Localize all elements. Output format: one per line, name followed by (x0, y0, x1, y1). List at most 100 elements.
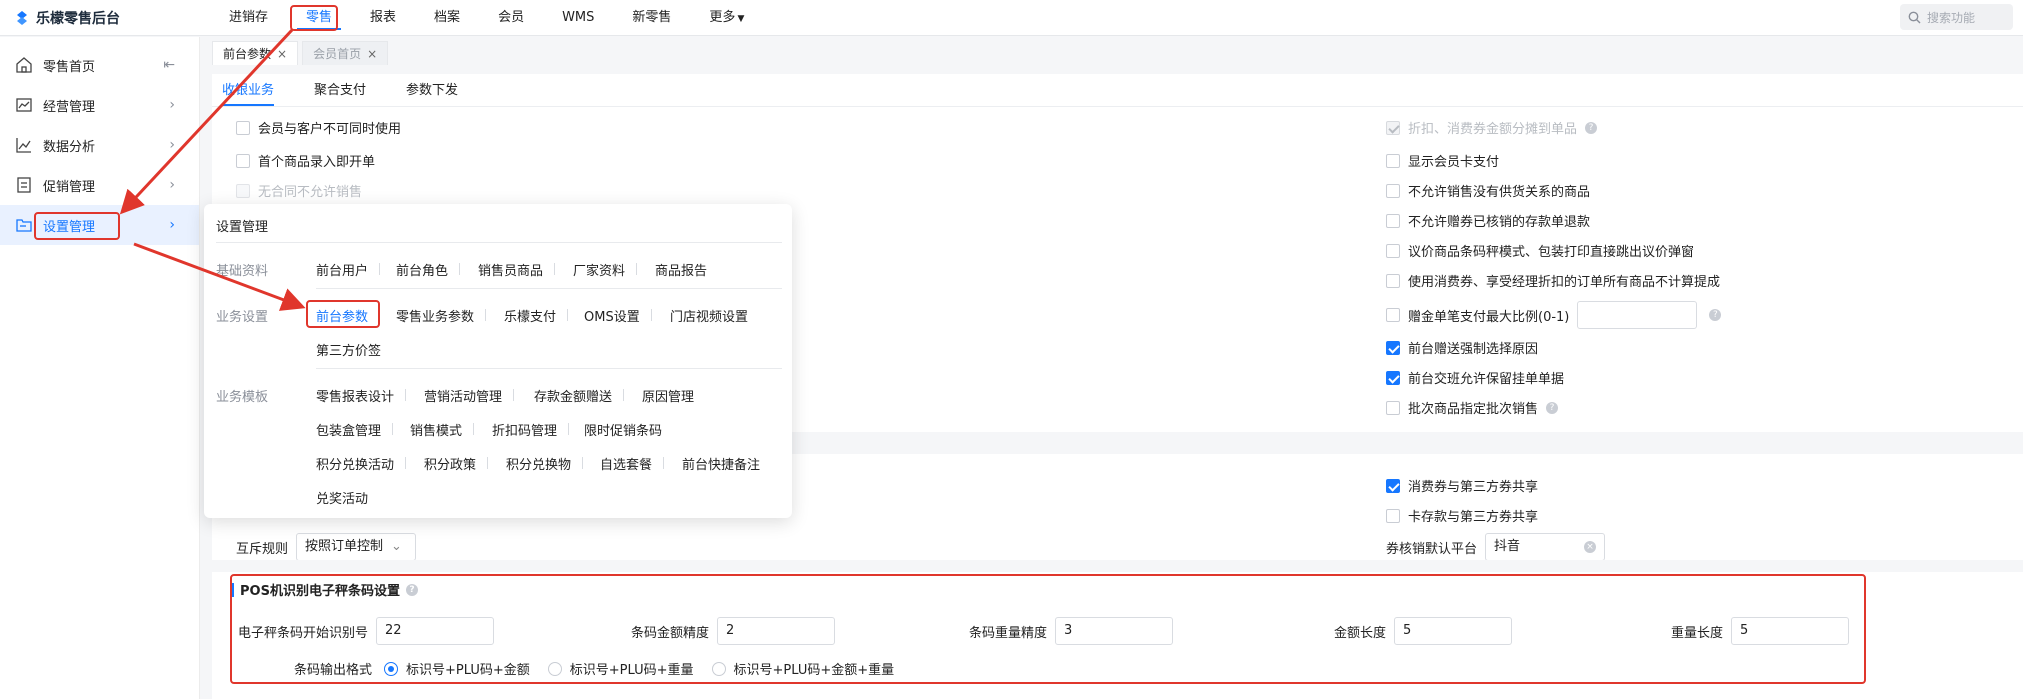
checkbox[interactable] (1386, 340, 1400, 355)
logo-icon (17, 10, 27, 25)
link-lemon-pay[interactable]: 乐檬支付 (504, 306, 569, 325)
sidebar-item-business[interactable]: 经营管理 › (0, 85, 199, 125)
checkbox[interactable] (1386, 273, 1400, 288)
clear-icon[interactable]: × (1584, 541, 1597, 553)
close-icon[interactable]: × (277, 42, 287, 65)
option-scale-mode-popup[interactable]: 议价商品条码秤模式、包装打印直接跳出议价弹窗 (1386, 241, 1694, 260)
option-first-item-opens-bill[interactable]: 首个商品录入即开单 (236, 151, 375, 170)
coupon-platform-label: 券核销默认平台 (1386, 541, 1478, 557)
subtab-cashier[interactable]: 收银业务 (222, 76, 275, 106)
option-no-refund-used-coupon[interactable]: 不允许赠券已核销的存款单退款 (1386, 211, 1590, 230)
link-box-mgmt[interactable]: 包装盒管理 (316, 420, 394, 439)
nav-item-member[interactable]: 会员 (479, 0, 543, 36)
mutex-select[interactable]: 按照订单控制 ⌄ (296, 533, 417, 561)
link-third-price-tag[interactable]: 第三方价签 (316, 340, 381, 359)
subtab-param-dispatch[interactable]: 参数下发 (406, 76, 458, 106)
checkbox[interactable] (1386, 478, 1400, 493)
link-report-design[interactable]: 零售报表设计 (316, 386, 407, 405)
mutex-value: 按照订单控制 (305, 539, 384, 554)
option-no-supply-relation[interactable]: 不允许销售没有供货关系的商品 (1386, 181, 1590, 200)
link-discount-code[interactable]: 折扣码管理 (492, 420, 570, 439)
link-salesperson-goods[interactable]: 销售员商品 (478, 260, 556, 279)
subtab-aggregate-pay[interactable]: 聚合支付 (314, 76, 366, 106)
checkbox[interactable] (1386, 213, 1400, 228)
search-box[interactable]: 搜索功能 (1900, 4, 2013, 30)
option-label: 议价商品条码秤模式、包装打印直接跳出议价弹窗 (1408, 245, 1695, 260)
link-prize-activity[interactable]: 兑奖活动 (316, 488, 368, 507)
nav-item-archive[interactable]: 档案 (415, 0, 479, 36)
link-flash-promo-code[interactable]: 限时促销条码 (584, 420, 662, 439)
link-front-role[interactable]: 前台角色 (396, 260, 461, 279)
bonus-ratio-input[interactable] (1577, 301, 1698, 329)
help-icon[interactable]: ? (1709, 309, 1722, 321)
option-member-customer-exclusive[interactable]: 会员与客户不可同时使用 (236, 118, 401, 137)
tab-front-params[interactable]: 前台参数 × (212, 41, 299, 65)
option-label: 不允许销售没有供货关系的商品 (1408, 185, 1591, 200)
link-campaign-mgmt[interactable]: 营销活动管理 (424, 386, 515, 405)
option-label: 无合同不允许销售 (258, 185, 363, 200)
group-label: 业务设置 (216, 310, 269, 325)
checkbox[interactable] (1386, 153, 1400, 168)
checkbox[interactable] (1386, 508, 1400, 523)
chevron-down-icon: ⌄ (391, 539, 402, 554)
coupon-platform-select[interactable]: 抖音 × (1485, 533, 1606, 561)
link-store-video[interactable]: 门店视频设置 (670, 306, 748, 325)
link-goods-report[interactable]: 商品报告 (655, 260, 707, 279)
nav-item-more[interactable]: 更多 ▼ (690, 0, 763, 36)
checkbox[interactable] (1386, 400, 1400, 415)
option-keep-pending-orders[interactable]: 前台交班允许保留挂单单据 (1386, 368, 1564, 387)
option-coupon-share-third[interactable]: 消费券与第三方券共享 (1386, 476, 1538, 495)
option-label: 不允许赠券已核销的存款单退款 (1408, 215, 1591, 230)
option-no-commission[interactable]: 使用消费券、享受经理折扣的订单所有商品不计算提成 (1386, 271, 1720, 290)
checkbox[interactable] (1386, 370, 1400, 385)
sidebar-item-retail-home[interactable]: 零售首页 ⇤ (0, 45, 199, 85)
option-card-share-third[interactable]: 卡存款与第三方券共享 (1386, 506, 1538, 525)
home-icon (16, 57, 32, 73)
nav-item-wms[interactable]: WMS (543, 0, 613, 36)
divider (216, 242, 782, 243)
app-logo[interactable]: 乐檬零售后台 (0, 8, 210, 28)
option-gift-reason-required[interactable]: 前台赠送强制选择原因 (1386, 338, 1538, 357)
sidebar-item-label: 数据分析 (43, 139, 96, 155)
folder-icon (16, 219, 32, 232)
nav-item-new-retail[interactable]: 新零售 (613, 0, 690, 36)
sidebar-item-analysis[interactable]: 数据分析 › (0, 125, 199, 165)
sidebar-item-promotion[interactable]: 促销管理 › (0, 165, 199, 205)
option-label: 折扣、消费券金额分摊到单品 (1408, 122, 1578, 137)
sidebar: 零售首页 ⇤ 经营管理 › 数据分析 › 促销管理 › 设置管理 › (0, 37, 200, 699)
link-points-policy[interactable]: 积分政策 (424, 454, 489, 473)
search-icon (1908, 11, 1921, 23)
checkbox[interactable] (236, 153, 250, 168)
option-label: 赠金单笔支付最大比例(0-1) (1408, 309, 1570, 325)
help-icon[interactable]: ? (1585, 121, 1598, 134)
link-points-goods[interactable]: 积分兑换物 (506, 454, 584, 473)
option-discount-allocate: 折扣、消费券金额分摊到单品 ? (1386, 118, 1598, 137)
app-title: 乐檬零售后台 (36, 10, 120, 27)
checkbox[interactable] (1386, 308, 1400, 322)
nav-item-jxc[interactable]: 进销存 (210, 0, 287, 36)
link-oms-settings[interactable]: OMS设置 (584, 306, 652, 325)
option-show-member-card-pay[interactable]: 显示会员卡支付 (1386, 151, 1499, 170)
tab-member-home[interactable]: 会员首页 × (302, 41, 389, 65)
checkbox[interactable] (236, 120, 250, 135)
close-icon[interactable]: × (367, 42, 377, 65)
search-placeholder: 搜索功能 (1927, 10, 1976, 25)
option-label: 前台赠送强制选择原因 (1408, 342, 1539, 357)
collapse-sidebar-icon[interactable]: ⇤ (163, 57, 175, 73)
help-icon[interactable]: ? (1546, 401, 1559, 414)
link-vendor-info[interactable]: 厂家资料 (573, 260, 638, 279)
link-sale-mode[interactable]: 销售模式 (410, 420, 475, 439)
option-bonus-max-ratio[interactable]: 赠金单笔支付最大比例(0-1) ? (1386, 301, 1722, 329)
link-deposit-gift[interactable]: 存款金额赠送 (534, 386, 625, 405)
link-quick-notes[interactable]: 前台快捷备注 (682, 454, 760, 473)
nav-item-report[interactable]: 报表 (351, 0, 415, 36)
tag-icon (17, 177, 31, 193)
option-batch-sale[interactable]: 批次商品指定批次销售 ? (1386, 398, 1559, 417)
link-front-user[interactable]: 前台用户 (316, 260, 381, 279)
link-custom-combo[interactable]: 自选套餐 (600, 454, 665, 473)
link-points-exchange[interactable]: 积分兑换活动 (316, 454, 407, 473)
link-reason-mgmt[interactable]: 原因管理 (642, 386, 694, 405)
link-retail-params[interactable]: 零售业务参数 (396, 306, 487, 325)
checkbox[interactable] (1386, 243, 1400, 258)
checkbox[interactable] (1386, 183, 1400, 198)
